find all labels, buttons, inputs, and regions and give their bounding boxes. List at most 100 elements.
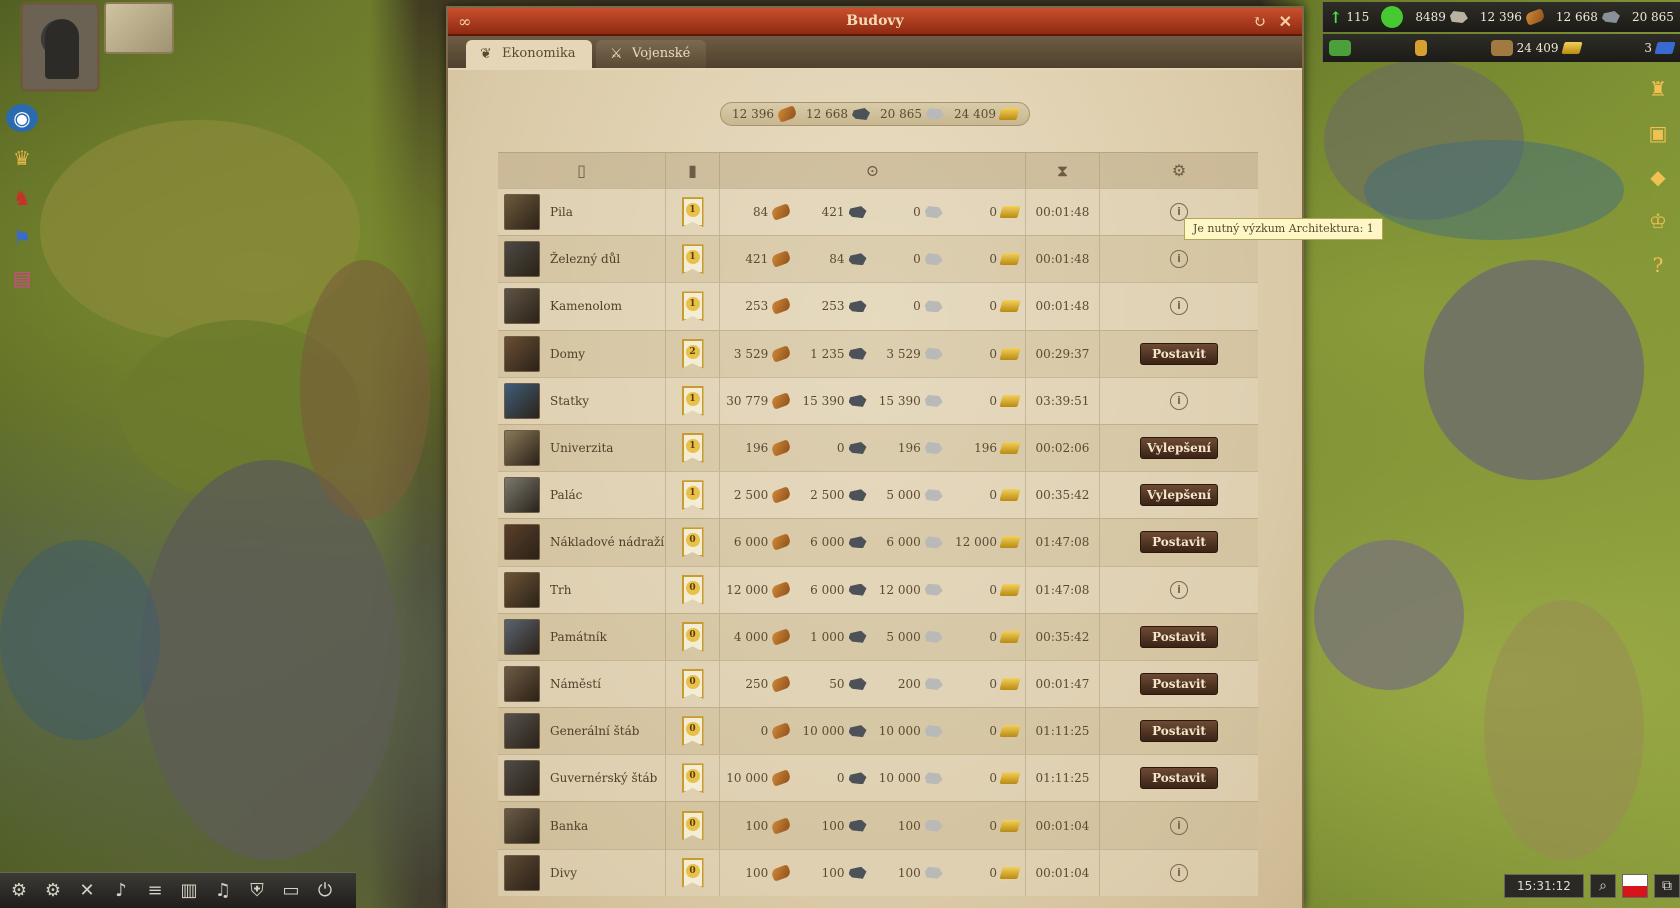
cost-cell: 100 100 100 0 (720, 849, 1026, 896)
build-button[interactable]: Postavit (1140, 625, 1218, 648)
building-cell[interactable]: Generální štáb (498, 708, 666, 755)
power-icon[interactable]: ⏻ (312, 878, 338, 904)
help-icon[interactable]: ? (1642, 250, 1674, 280)
book-icon[interactable]: ▤ (6, 264, 38, 292)
info-icon[interactable]: i (1170, 391, 1188, 410)
iron-icon (848, 583, 867, 596)
build-button[interactable]: Postavit (1140, 767, 1218, 790)
cost-gold: 0 (949, 677, 1025, 691)
language-flag-icon[interactable] (1622, 874, 1648, 898)
stone-icon (924, 725, 943, 738)
microphone-icon[interactable]: ♫ (210, 878, 236, 904)
helmet-indicator (1329, 40, 1351, 56)
gold-icon (999, 630, 1021, 643)
build-button[interactable]: Postavit (1140, 531, 1218, 554)
table-row: Kamenolom 1 253 253 0 0 00:01:48 i (498, 282, 1258, 330)
cost-wood: 421 (720, 250, 796, 268)
building-cell[interactable]: Železný důl (498, 236, 666, 283)
mixer-icon[interactable]: ≡ (142, 878, 168, 904)
settings-gears-icon[interactable]: ⚙ (6, 878, 32, 904)
building-cell[interactable]: Kamenolom (498, 283, 666, 330)
level-banner-icon: 1 (681, 244, 704, 275)
research-tooltip: Je nutný výzkum Architektura: 1 (1184, 218, 1383, 240)
level-cell: 1 (666, 189, 720, 236)
cost-cell: 3 529 1 235 3 529 0 (720, 330, 1026, 377)
build-button[interactable]: Vylepšení (1140, 437, 1218, 460)
shield-icon[interactable]: ⛨ (244, 878, 270, 904)
building-cell[interactable]: Náměstí (498, 660, 666, 708)
gear-icon[interactable]: ⚙ (40, 878, 66, 904)
cost-wood: 2 500 (720, 486, 796, 504)
level-value: 1 (685, 297, 700, 312)
cost-iron: 100 (796, 866, 872, 880)
trophy-icon[interactable]: ♜ (1642, 74, 1674, 104)
level-cell: 0 (666, 755, 720, 802)
world-map-right[interactable] (1304, 0, 1680, 908)
info-icon[interactable]: i (1170, 250, 1188, 269)
treasure-icon[interactable]: ◆ (1642, 162, 1674, 192)
build-time: 00:29:37 (1026, 330, 1100, 377)
search-icon[interactable]: ⌕ (1590, 874, 1616, 898)
knight-icon[interactable]: ♞ (6, 184, 38, 212)
building-cell[interactable]: Palác (498, 472, 666, 519)
action-cell: i (1100, 802, 1258, 848)
building-cell[interactable]: Domy (498, 330, 666, 377)
building-cell[interactable]: Nákladové nádraží (498, 519, 666, 566)
table-row: Palác 1 2 500 2 500 5 000 0 00:35:42 Vyl… (498, 471, 1258, 519)
building-cell[interactable]: Památník (498, 613, 666, 660)
building-name: Domy (550, 346, 586, 361)
building-name: Univerzita (550, 441, 614, 456)
info-icon[interactable]: i (1170, 580, 1188, 599)
action-cell: Postavit (1100, 661, 1258, 707)
building-cell[interactable]: Divy (498, 849, 666, 896)
tools-icon[interactable]: ✕ (74, 878, 100, 904)
gold-icon (998, 108, 1020, 120)
book-icon[interactable]: ▥ (176, 878, 202, 904)
tv-icon[interactable]: ▭ (278, 878, 304, 904)
cost-cell: 2 500 2 500 5 000 0 (720, 472, 1026, 519)
summary-wood: 12 396 (732, 105, 798, 123)
crown-icon[interactable]: ♛ (6, 144, 38, 172)
refresh-icon[interactable]: ↻ (1253, 12, 1266, 31)
minimap-button[interactable] (104, 2, 174, 54)
close-icon[interactable]: ✕ (1279, 12, 1292, 31)
building-cell[interactable]: Banka (498, 802, 666, 849)
table-row: Náměstí 0 250 50 200 0 00:01:47 Postavit (498, 659, 1258, 708)
cost-cell: 10 000 0 10 000 0 (720, 755, 1026, 802)
build-button[interactable]: Vylepšení (1140, 484, 1218, 507)
cost-wood: 12 000 (720, 580, 796, 599)
chest-icon[interactable]: ▣ (1642, 118, 1674, 148)
action-cell: i (1100, 283, 1258, 329)
level-cell: 0 (666, 708, 720, 755)
building-name: Náměstí (550, 676, 601, 691)
tab-ekonomika[interactable]: ❦ Ekonomika (466, 40, 592, 68)
tab-vojenske[interactable]: ⚔ Vojenské (596, 40, 706, 68)
cost-wood: 6 000 (720, 533, 796, 552)
build-button[interactable]: Postavit (1140, 672, 1218, 695)
level-banner-icon: 2 (681, 338, 704, 369)
cost-stone: 5 000 (873, 630, 949, 644)
building-cell[interactable]: Pila (498, 189, 666, 236)
player-portrait[interactable] (20, 2, 100, 92)
build-button[interactable]: Postavit (1140, 720, 1218, 743)
stone-icon (924, 253, 943, 266)
info-icon[interactable]: i (1170, 863, 1188, 882)
mute-icon[interactable]: ♪ (108, 878, 134, 904)
building-cell[interactable]: Statky (498, 377, 666, 424)
wood-icon (770, 769, 792, 788)
flag-icon[interactable]: ⚑ (6, 224, 38, 252)
info-icon[interactable]: i (1170, 297, 1188, 316)
info-icon[interactable]: i (1170, 816, 1188, 835)
building-thumbnail (504, 194, 540, 231)
build-button[interactable]: Postavit (1140, 342, 1218, 365)
wood-icon (770, 864, 792, 882)
world-map-left[interactable] (0, 0, 446, 908)
crown-small-icon[interactable]: ♔ (1642, 206, 1674, 236)
building-cell[interactable]: Guvernérský štáb (498, 755, 666, 802)
building-cell[interactable]: Univerzita (498, 424, 666, 472)
cost-wood: 0 (720, 722, 796, 740)
globe-icon[interactable]: ◉ (6, 104, 38, 132)
building-cell[interactable]: Trh (498, 566, 666, 613)
action-cell: Postavit (1100, 519, 1258, 565)
fullscreen-icon[interactable]: ⧉ (1654, 874, 1680, 898)
